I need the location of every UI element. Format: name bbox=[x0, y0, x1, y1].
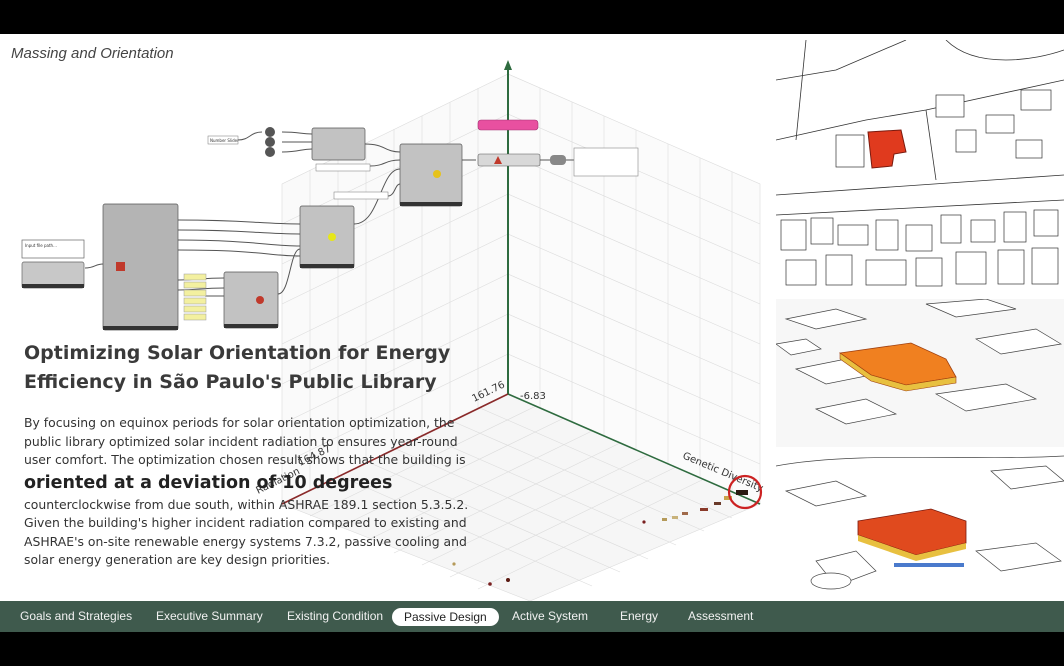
gh-incident-radiation-component[interactable] bbox=[399, 143, 463, 207]
point bbox=[736, 490, 748, 495]
image-column bbox=[776, 40, 1064, 601]
axonometric-view-2 bbox=[776, 451, 1064, 601]
param-node[interactable] bbox=[265, 147, 275, 157]
body-highlight: oriented at a deviation of 10 degrees bbox=[24, 472, 393, 493]
slide-body: By focusing on equinox periods for solar… bbox=[24, 414, 474, 570]
gh-rotate-component[interactable] bbox=[311, 127, 366, 161]
nav-executive-summary[interactable]: Executive Summary bbox=[156, 601, 263, 632]
nav-goals-and-strategies[interactable]: Goals and Strategies bbox=[20, 601, 132, 632]
bottom-nav: Goals and Strategies Executive Summary E… bbox=[0, 601, 1064, 632]
point bbox=[642, 520, 646, 524]
nav-assessment[interactable]: Assessment bbox=[688, 601, 753, 632]
z-axis-arrow-icon bbox=[504, 60, 512, 70]
body-text-part-1: By focusing on equinox periods for solar… bbox=[24, 415, 466, 467]
param-node[interactable] bbox=[265, 127, 275, 137]
gh-mass-addition[interactable] bbox=[477, 153, 541, 167]
point bbox=[506, 578, 510, 582]
point bbox=[488, 582, 492, 586]
building-massing bbox=[838, 342, 957, 386]
axis-value-2: -6.83 bbox=[520, 391, 546, 402]
gh-sky-component[interactable] bbox=[223, 271, 279, 329]
bulb-icon bbox=[328, 233, 336, 241]
gh-output-panel bbox=[573, 147, 639, 177]
gh-panel-text: Input file path... bbox=[25, 243, 57, 248]
point bbox=[672, 516, 678, 519]
sun-icon bbox=[433, 170, 441, 178]
heading-line-2: Efficiency in São Paulo's Public Library bbox=[24, 371, 437, 393]
gh-galapagos-component[interactable] bbox=[477, 119, 539, 131]
bottom-letterbox bbox=[0, 632, 1064, 666]
nav-existing-condition[interactable]: Existing Condition bbox=[287, 601, 383, 632]
slide-heading: Optimizing Solar Orientation for Energy … bbox=[24, 339, 484, 397]
point bbox=[662, 518, 667, 521]
point bbox=[714, 502, 721, 505]
point bbox=[682, 512, 688, 515]
radiation-legend bbox=[894, 563, 964, 567]
library-footprint bbox=[867, 129, 907, 169]
body-text-part-2: counterclockwise from due south, within … bbox=[24, 496, 469, 568]
slide: Massing and Orientation 161.76 -6.83 164… bbox=[0, 34, 1064, 601]
nav-passive-design[interactable]: Passive Design bbox=[392, 608, 499, 626]
param-node[interactable] bbox=[550, 155, 566, 165]
heading-line-1: Optimizing Solar Orientation for Energy bbox=[24, 342, 451, 364]
slider-label: Number Slider bbox=[210, 138, 239, 143]
ladybug-icon bbox=[116, 262, 125, 271]
gh-slider-2[interactable] bbox=[315, 163, 371, 172]
gh-epw-component[interactable] bbox=[102, 203, 179, 331]
gh-slider-3[interactable] bbox=[333, 191, 389, 200]
point bbox=[700, 508, 708, 511]
axonometric-view-1 bbox=[776, 299, 1064, 447]
sun-icon bbox=[256, 296, 264, 304]
param-node[interactable] bbox=[265, 137, 275, 147]
nav-active-system[interactable]: Active System bbox=[512, 601, 588, 632]
top-letterbox bbox=[0, 0, 1064, 34]
site-plan-image bbox=[776, 40, 1064, 295]
nav-energy[interactable]: Energy bbox=[620, 601, 658, 632]
gh-radiation-component[interactable] bbox=[299, 205, 355, 269]
